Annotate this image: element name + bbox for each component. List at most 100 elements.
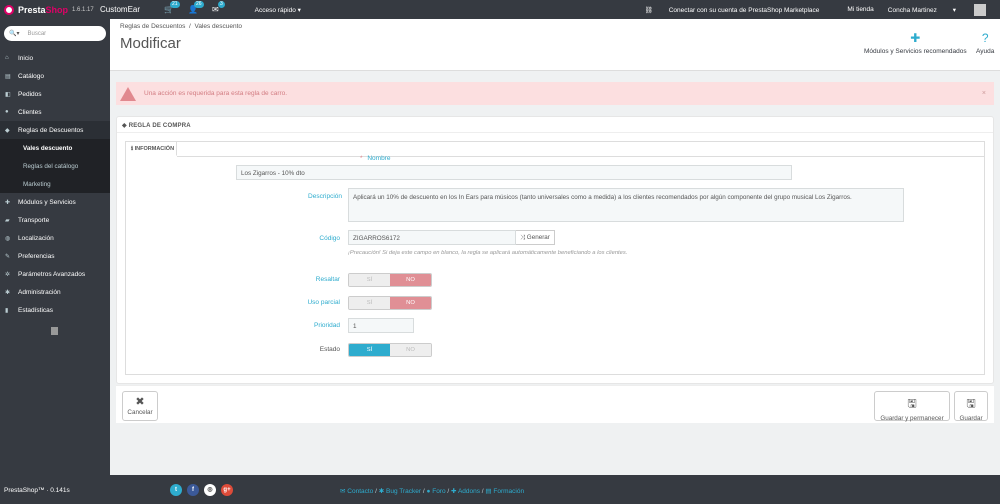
sidebar-item-modulos[interactable]: ✚ Módulos y Servicios xyxy=(0,193,110,211)
highlight-toggle[interactable]: SÍ NO xyxy=(348,273,432,287)
breadcrumb-separator: / xyxy=(189,23,191,30)
sidebar-item-localizacion[interactable]: ◍ Localización xyxy=(0,229,110,247)
code-label: Código xyxy=(319,235,340,242)
cogs-icon: ✲ xyxy=(5,271,11,278)
help-button[interactable]: ? Ayuda xyxy=(976,31,994,55)
help-icon: ? xyxy=(981,31,989,45)
collapse-sidebar-icon[interactable] xyxy=(51,327,58,335)
user-menu[interactable]: Concha Martinez ▾ xyxy=(888,6,970,14)
addons-link[interactable]: ✚ Addons xyxy=(451,488,480,495)
sidebar-item-administracion[interactable]: ✱ Administración xyxy=(0,283,110,301)
github-icon[interactable]: ◎ xyxy=(204,484,216,496)
generate-label: Generar xyxy=(526,234,550,241)
footer-link-separator: / xyxy=(422,488,425,495)
status-label: Estado xyxy=(319,346,340,353)
logo-text-shop: Shop xyxy=(45,4,69,15)
truck-icon: ▰ xyxy=(5,217,10,224)
forum-link[interactable]: ● Foro xyxy=(426,488,445,495)
toggle-no[interactable]: NO xyxy=(390,297,431,309)
form-container: ℹ INFORMACIÓN * Nombre Los Zigarros - 10… xyxy=(125,141,985,375)
save-and-stay-button[interactable]: 🖫 Guardar y permanecer xyxy=(874,391,950,422)
footer-link-label: Bug Tracker xyxy=(386,488,422,495)
description-label: Descripción xyxy=(308,193,342,200)
toggle-no[interactable]: NO xyxy=(390,274,431,286)
toggle-yes[interactable]: SÍ xyxy=(349,344,390,356)
generate-button[interactable]: ⤨ Generar xyxy=(516,230,555,245)
contact-link[interactable]: ✉ Contacto xyxy=(340,488,373,495)
toggle-yes[interactable]: SÍ xyxy=(349,274,390,286)
messages-count-badge: 3 xyxy=(217,1,225,8)
quick-access-menu[interactable]: Acceso rápido ▾ xyxy=(255,6,301,14)
sidebar-item-catalogo[interactable]: ▤ Catálogo xyxy=(0,67,110,85)
name-label: * Nombre xyxy=(360,155,440,162)
tab-label: INFORMACIÓN xyxy=(134,146,175,152)
save-label: Guardar xyxy=(959,415,983,422)
orders-notification[interactable]: 🛒 21 xyxy=(164,1,180,14)
messages-notification[interactable]: ✉ 3 xyxy=(212,1,225,14)
partial-use-label: Uso parcial xyxy=(307,299,340,306)
sidebar-item-clientes[interactable]: ● Clientes xyxy=(0,103,110,121)
sidebar-item-inicio[interactable]: ⌂ Inicio xyxy=(0,49,110,67)
description-field[interactable]: Aplicará un 10% de descuento en los In E… xyxy=(348,188,904,222)
breadcrumb: Reglas de Descuentos / Vales descuento xyxy=(120,23,242,30)
orders-count-badge: 21 xyxy=(170,1,180,8)
page-title: Modificar xyxy=(120,35,181,52)
puzzle-icon: ✚ xyxy=(451,488,458,495)
bug-tracker-link[interactable]: ✱ Bug Tracker xyxy=(379,488,421,495)
sidebar-item-label: Pedidos xyxy=(18,90,42,98)
close-icon[interactable]: × xyxy=(982,90,986,97)
customers-count-badge: 26 xyxy=(193,1,204,8)
breadcrumb-item[interactable]: Vales descuento xyxy=(194,23,242,30)
sidebar-item-preferencias[interactable]: ✎ Preferencias xyxy=(0,247,110,265)
sidebar-subitem-vales-descuento[interactable]: Vales descuento xyxy=(0,139,110,157)
marketplace-link[interactable]: ⛓ Conectar con su cuenta de PrestaShop M… xyxy=(645,6,834,14)
google-plus-icon[interactable]: g+ xyxy=(221,484,233,496)
recommended-modules-label: Módulos y Servicios recomendados xyxy=(864,48,967,55)
page-header: Reglas de Descuentos / Vales descuento M… xyxy=(110,19,1000,71)
status-toggle[interactable]: SÍ NO xyxy=(348,343,432,357)
warning-alert: Una acción es requerida para esta regla … xyxy=(116,82,994,105)
sidebar-item-estadisticas[interactable]: ▮ Estadísticas xyxy=(0,301,110,319)
code-field[interactable]: ZIGARROS6172 xyxy=(348,230,516,245)
sidebar-item-label: Preferencias xyxy=(18,252,55,260)
customers-notification[interactable]: 👤 26 xyxy=(188,1,204,14)
sidebar-item-reglas-descuentos[interactable]: ◆ Reglas de Descuentos xyxy=(0,121,110,139)
twitter-icon[interactable]: t xyxy=(170,484,182,496)
footer-version: PrestaShop™ · 0.141s xyxy=(4,487,70,494)
training-link[interactable]: ▤ Formación xyxy=(485,488,524,495)
cart-icon: ◧ xyxy=(5,91,11,98)
prestashop-logo-icon xyxy=(4,4,14,15)
required-asterisk: * xyxy=(360,155,363,162)
caret-down-icon: ▾ xyxy=(952,6,956,14)
sidebar-item-transporte[interactable]: ▰ Transporte xyxy=(0,211,110,229)
sidebar-subitem-reglas-catalogo[interactable]: Reglas del catálogo xyxy=(0,157,110,175)
tab-informacion[interactable]: ℹ INFORMACIÓN xyxy=(127,142,177,156)
cart-rule-panel: ◆ REGLA DE COMPRA ℹ INFORMACIÓN * Nombre… xyxy=(116,116,994,384)
bar-chart-icon: ▮ xyxy=(5,307,9,314)
form-footer: ✖ Cancelar 🖫 Guardar y permanecer 🖫 Guar… xyxy=(116,385,994,423)
cancel-button[interactable]: ✖ Cancelar xyxy=(122,391,158,421)
toggle-no[interactable]: NO xyxy=(390,344,431,356)
facebook-icon[interactable]: f xyxy=(187,484,199,496)
sidebar-subitem-marketing[interactable]: Marketing xyxy=(0,175,110,193)
toggle-yes[interactable]: SÍ xyxy=(349,297,390,309)
partial-use-toggle[interactable]: SÍ NO xyxy=(348,296,432,310)
my-shop-link[interactable]: Mi tienda xyxy=(847,6,873,13)
sidebar-item-pedidos[interactable]: ◧ Pedidos xyxy=(0,85,110,103)
search-icon: 🔍▾ xyxy=(9,31,20,37)
save-icon: 🖫 xyxy=(907,398,917,410)
search-input[interactable]: 🔍▾ Buscar xyxy=(4,26,106,41)
random-icon: ⤨ xyxy=(520,234,527,241)
quick-access-label: Acceso rápido xyxy=(254,6,296,14)
panel-heading: ◆ REGLA DE COMPRA xyxy=(117,117,993,133)
recommended-modules-button[interactable]: ✚ Módulos y Servicios recomendados xyxy=(864,31,967,55)
avatar[interactable] xyxy=(974,3,986,16)
priority-field[interactable]: 1 xyxy=(348,318,414,333)
breadcrumb-item[interactable]: Reglas de Descuentos xyxy=(120,23,185,30)
sidebar-item-parametros[interactable]: ✲ Parámetros Avanzados xyxy=(0,265,110,283)
highlight-label: Resaltar xyxy=(315,276,340,283)
save-button[interactable]: 🖫 Guardar xyxy=(954,391,988,422)
bug-icon: ✱ xyxy=(378,488,386,495)
shop-name[interactable]: CustomEar xyxy=(100,5,140,14)
name-field[interactable]: Los Zigarros - 10% dto xyxy=(236,165,792,180)
